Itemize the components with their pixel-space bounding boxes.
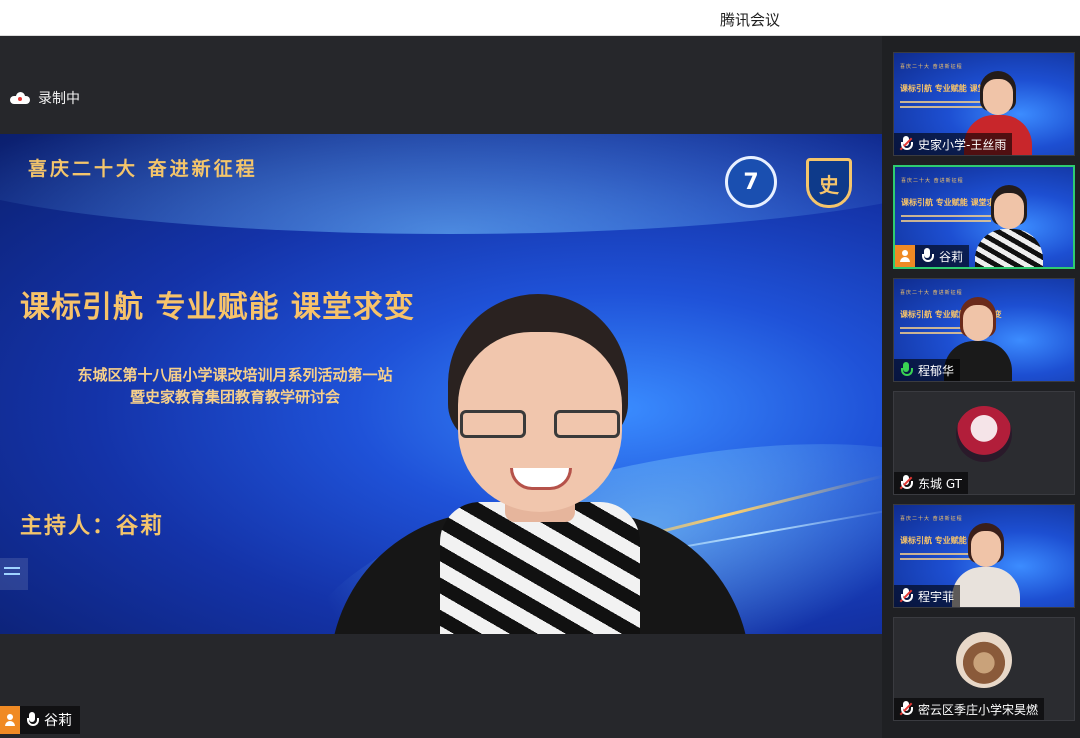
presenter-video: [330, 292, 750, 634]
participant-label: 史家小学-王丝雨: [894, 133, 1013, 155]
participant-avatar: [956, 406, 1012, 462]
person-icon: [5, 714, 15, 726]
shared-screen: 喜庆二十大 奋进新征程 7 史 课标引航 专业赋能 课堂求变 东城区第十八届小学…: [0, 134, 882, 634]
participant-name: 东城 GT: [918, 476, 963, 491]
mic-muted-icon: [899, 136, 913, 152]
participant-name: 程宇菲: [918, 589, 955, 604]
presenter-glasses: [460, 410, 620, 440]
person-icon: [900, 250, 910, 262]
recording-label: 录制中: [38, 91, 80, 107]
slide-host: 主持人：谷莉: [20, 513, 165, 539]
school-badge-logo: 史: [806, 158, 852, 208]
mini-slide-slogan: 喜庆二十大 奋进新征程: [900, 290, 963, 296]
participant-label: 密云区季庄小学宋昊燃: [894, 698, 1045, 720]
active-speaker-nameplate: 谷莉: [0, 706, 80, 734]
microphone-icon: [921, 248, 934, 264]
mic-muted-icon: [899, 588, 913, 604]
school-seal-logo: 7: [725, 156, 777, 208]
participant-name: 程郁华: [918, 363, 955, 378]
microphone-icon: [26, 712, 39, 728]
main-stage: 录制中 喜庆二十大 奋进新征程 7 史 课标引航 专业赋能 课堂求变 东城区第十…: [0, 36, 882, 738]
side-panel-toggle[interactable]: [0, 558, 28, 590]
participant-tile[interactable]: 喜庆二十大 奋进新征程 课标引航 专业赋能 课堂求变 史家小学-王丝雨: [893, 52, 1075, 156]
host-tag: [0, 706, 20, 734]
participant-name: 谷莉: [939, 249, 964, 264]
mini-slide-slogan: 喜庆二十大 奋进新征程: [901, 178, 964, 184]
mini-slide-slogan: 喜庆二十大 奋进新征程: [900, 64, 963, 70]
recording-indicator[interactable]: 录制中: [10, 88, 80, 108]
participant-tile[interactable]: 喜庆二十大 奋进新征程 课标引航 专业赋能 课堂求变 程宇菲: [893, 504, 1075, 608]
participant-name: 史家小学-王丝雨: [918, 137, 1007, 152]
participant-tile[interactable]: 东城 GT: [893, 391, 1075, 495]
host-tag: [895, 245, 915, 267]
mic-muted-icon: [899, 475, 913, 491]
participant-label: 谷莉: [895, 245, 970, 267]
participant-person: [952, 523, 1020, 607]
participant-tile[interactable]: 喜庆二十大 奋进新征程 课标引航 专业赋能 课堂求变 程郁华: [893, 278, 1075, 382]
slide-slogan: 喜庆二十大 奋进新征程: [28, 158, 258, 180]
participant-label: 程郁华: [894, 359, 961, 381]
cloud-record-icon: [10, 92, 30, 104]
mic-muted-icon: [899, 701, 913, 717]
participant-person: [975, 185, 1043, 267]
window-title: 腾讯会议: [719, 11, 780, 29]
participant-gallery: 喜庆二十大 奋进新征程 课标引航 专业赋能 课堂求变 史家小学-王丝雨 喜庆二十…: [882, 36, 1080, 738]
mic-speaking-icon: [900, 362, 913, 378]
participant-label: 东城 GT: [894, 472, 969, 494]
title-bar: 腾讯会议: [0, 0, 1080, 36]
active-speaker-name: 谷莉: [44, 713, 72, 729]
participant-avatar: [956, 632, 1012, 688]
participant-label: 程宇菲: [894, 585, 961, 607]
participant-name: 密云区季庄小学宋昊燃: [918, 702, 1039, 717]
participant-tile[interactable]: 密云区季庄小学宋昊燃: [893, 617, 1075, 721]
participant-tile[interactable]: 喜庆二十大 奋进新征程 课标引航 专业赋能 课堂求变 谷莉: [893, 165, 1075, 269]
mini-slide-slogan: 喜庆二十大 奋进新征程: [900, 516, 963, 522]
